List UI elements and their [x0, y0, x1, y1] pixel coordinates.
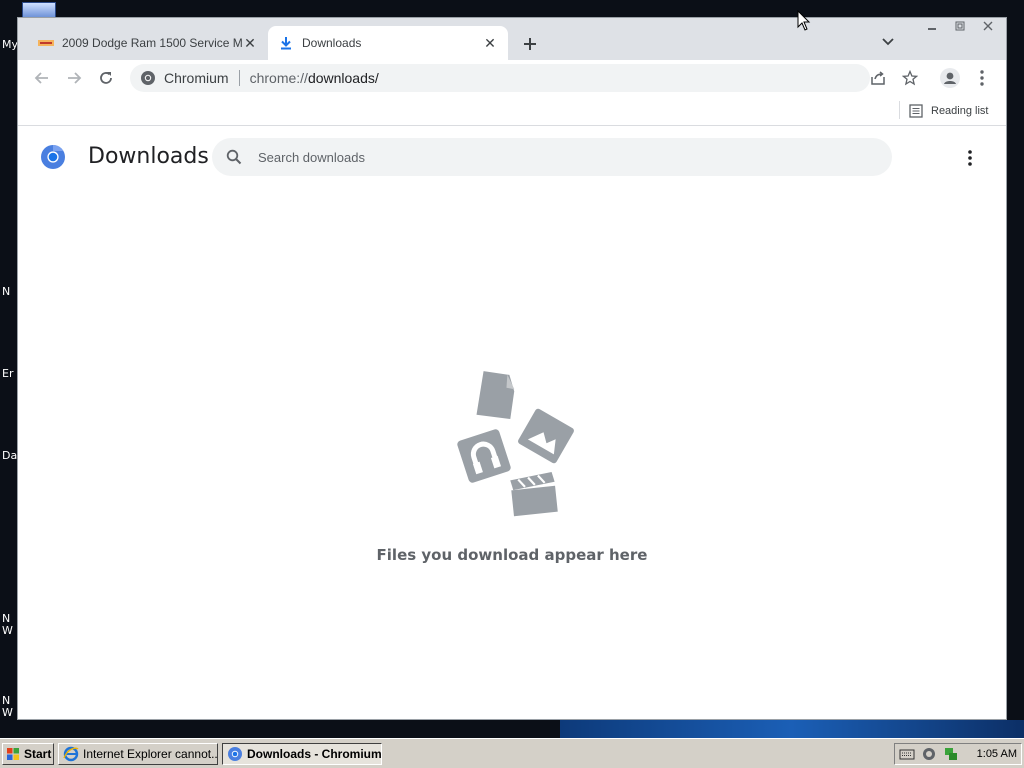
- wallpaper: [560, 720, 1024, 738]
- downloads-menu-button[interactable]: [958, 146, 982, 170]
- back-arrow-icon: [34, 72, 48, 84]
- close-icon[interactable]: ✕: [482, 35, 498, 51]
- close-icon[interactable]: ✕: [242, 35, 258, 51]
- audio-icon: [457, 429, 511, 483]
- forward-arrow-icon: [68, 72, 82, 84]
- page-title: Downloads: [88, 144, 209, 169]
- taskbar-button-ie[interactable]: Internet Explorer cannot...: [58, 743, 218, 765]
- kebab-menu-icon: [968, 150, 972, 166]
- plus-icon: [524, 38, 536, 50]
- my-computer-icon[interactable]: [22, 2, 56, 18]
- minimize-button[interactable]: [918, 18, 946, 34]
- search-input[interactable]: [256, 148, 860, 166]
- reading-list-icon: [909, 104, 923, 118]
- mouse-cursor-icon: [797, 10, 811, 31]
- document-icon: [476, 371, 515, 420]
- keyboard-icon[interactable]: [899, 746, 915, 762]
- desktop-label: N W: [2, 694, 13, 719]
- desktop-label: My: [2, 38, 19, 51]
- taskbar-button-label: Internet Explorer cannot...: [83, 747, 218, 761]
- image-icon: [518, 408, 574, 464]
- desktop-label: Da: [2, 449, 18, 462]
- star-icon: [902, 70, 918, 86]
- video-icon: [510, 472, 558, 517]
- internet-explorer-icon: [63, 746, 79, 762]
- chromium-icon: [228, 747, 242, 761]
- system-tray: 1:05 AM: [894, 743, 1022, 765]
- empty-downloads-illustration: [457, 371, 574, 517]
- new-tab-button[interactable]: [518, 32, 542, 56]
- divider: [899, 101, 900, 119]
- bookmark-star-button[interactable]: [898, 66, 922, 90]
- downloads-page: Downloads Search downloads Files you dow…: [18, 126, 1006, 719]
- search-box[interactable]: [212, 138, 892, 176]
- close-window-button[interactable]: [974, 18, 1002, 34]
- bookmarks-bar: Reading list: [18, 96, 1006, 126]
- site-name: Chromium: [164, 70, 229, 86]
- tab-title: 2009 Dodge Ram 1500 Service Man...: [62, 36, 242, 50]
- search-icon: [224, 147, 244, 167]
- browser-menu-button[interactable]: [970, 66, 994, 90]
- url-host: downloads/: [307, 70, 379, 86]
- restore-button[interactable]: [946, 18, 974, 34]
- forward-button[interactable]: [62, 66, 86, 90]
- taskbar: Start Internet Explorer cannot... Downlo…: [0, 738, 1024, 768]
- empty-state-message: Files you download appear here: [376, 546, 648, 564]
- omnibox[interactable]: Chromium chrome://downloads/: [130, 64, 870, 92]
- site-favicon-icon: [38, 35, 54, 51]
- desktop-label: N W: [2, 612, 13, 637]
- minimize-icon: [928, 28, 936, 30]
- clock: 1:05 AM: [976, 748, 1017, 760]
- toolbar: Chromium chrome://downloads/: [18, 60, 1006, 96]
- start-label: Start: [24, 747, 52, 761]
- back-button[interactable]: [30, 66, 54, 90]
- taskbar-button-chromium[interactable]: Downloads - Chromium: [222, 743, 382, 765]
- profile-icon: [940, 68, 960, 88]
- share-button[interactable]: [866, 66, 890, 90]
- reading-list-button[interactable]: Reading list: [909, 100, 988, 122]
- desktop-label: Er: [2, 367, 14, 380]
- tab-strip: 2009 Dodge Ram 1500 Service Man... ✕ Dow…: [18, 18, 1006, 60]
- network-icon[interactable]: [943, 746, 959, 762]
- share-icon: [871, 71, 885, 85]
- tab-service-manual[interactable]: 2009 Dodge Ram 1500 Service Man... ✕: [28, 26, 268, 60]
- restore-icon: [955, 21, 965, 31]
- tab-title: Downloads: [302, 36, 362, 50]
- profile-button[interactable]: [938, 66, 962, 90]
- chevron-down-icon: [882, 38, 894, 46]
- taskbar-button-label: Downloads - Chromium: [247, 747, 382, 761]
- start-button[interactable]: Start: [2, 743, 54, 765]
- tab-downloads[interactable]: Downloads ✕: [268, 26, 508, 60]
- close-icon: [983, 21, 993, 31]
- desktop-label: N: [2, 285, 11, 298]
- security-shield-icon[interactable]: [921, 746, 937, 762]
- omnibox-divider: [238, 70, 240, 86]
- browser-window: 2009 Dodge Ram 1500 Service Man... ✕ Dow…: [17, 17, 1007, 720]
- chromium-icon: [141, 71, 155, 85]
- reload-icon: [100, 72, 112, 84]
- url-scheme: chrome://: [249, 70, 308, 86]
- tab-search-button[interactable]: [878, 32, 898, 52]
- reload-button[interactable]: [94, 66, 118, 90]
- chromium-logo-icon: [41, 145, 65, 169]
- download-icon: [278, 35, 294, 51]
- windows-flag-icon: [7, 748, 19, 760]
- reading-list-label: Reading list: [931, 105, 989, 117]
- kebab-menu-icon: [980, 70, 984, 86]
- window-controls: [918, 18, 1002, 34]
